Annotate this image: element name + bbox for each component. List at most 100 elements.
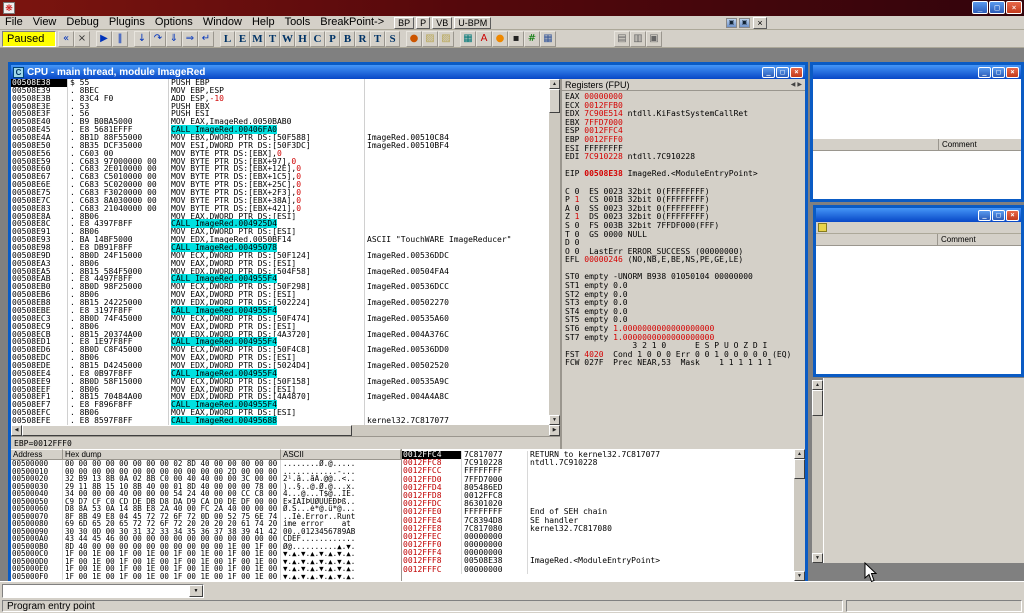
menu-plugin-ubpm[interactable]: U-BPM: [454, 17, 491, 29]
register-line[interactable]: EDI 7C910228 ntdll.7C910228: [562, 153, 805, 162]
stack-row[interactable]: 0012FFCCFFFFFFFF: [402, 467, 794, 475]
ball-icon[interactable]: ●: [492, 31, 508, 47]
registers-pane[interactable]: Registers (FPU) ◀ ▶ EAX 00000000ECX 0012…: [560, 79, 805, 449]
dark-icon[interactable]: ▪: [508, 31, 524, 47]
fragment-vscroll-thumb[interactable]: [812, 390, 823, 416]
cpu-minimize-button[interactable]: _: [762, 67, 775, 78]
register-efl[interactable]: EFL 00000246 (NO,NB,E,BE,NS,PE,GE,LE): [562, 256, 805, 265]
scroll-down-icon[interactable]: ▼: [794, 571, 805, 581]
stack-vscroll-thumb[interactable]: [794, 459, 805, 479]
mdi-close-icon[interactable]: ×: [753, 17, 767, 29]
hash-icon[interactable]: #: [524, 31, 540, 47]
tool-a-icon[interactable]: ▨: [422, 31, 438, 47]
disasm-row[interactable]: 00508E3B. 83C4 F0ADD ESP,-10: [11, 95, 549, 103]
maximize-button[interactable]: □: [992, 67, 1005, 78]
flag-line[interactable]: T 0 GS 0000 NULL: [562, 231, 805, 240]
chevron-down-icon[interactable]: ▼: [189, 585, 203, 597]
column-blank[interactable]: [816, 234, 938, 245]
stack-row[interactable]: 0012FFFC00000000: [402, 566, 794, 574]
maximize-button[interactable]: □: [992, 210, 1005, 221]
close-program-icon[interactable]: ×: [74, 31, 90, 47]
stack-row[interactable]: 0012FFD80012FFC8: [402, 492, 794, 500]
mdi-restore-icon[interactable]: ▣: [739, 18, 750, 28]
tile-windows-icon[interactable]: ▣: [646, 31, 662, 47]
stack-row[interactable]: 0012FFF800508E38ImageRed.<ModuleEntryPoi…: [402, 557, 794, 565]
disasm-vscrollbar[interactable]: ▲ ▼: [549, 79, 560, 425]
restart-icon[interactable]: «: [58, 31, 74, 47]
memory-map-button[interactable]: M: [250, 31, 265, 47]
menu-item-view[interactable]: View: [28, 16, 62, 29]
patches-button[interactable]: P: [325, 31, 340, 47]
disasm-hscrollbar[interactable]: ◀ ▶: [11, 425, 560, 436]
stack-row[interactable]: 0012FFD07FFD7000: [402, 476, 794, 484]
dump-row[interactable]: 005000F01F 00 1E 00 1F 00 1E 00 1F 00 1E…: [11, 573, 401, 581]
close-button[interactable]: ×: [1006, 210, 1019, 221]
cpu-close-button[interactable]: ×: [790, 67, 803, 78]
cpu-window[interactable]: C CPU - main thread, module ImageRed _ □…: [8, 62, 808, 581]
close-button[interactable]: ×: [1006, 1, 1022, 14]
menu-plugin-p[interactable]: P: [416, 17, 430, 29]
executable-modules-button[interactable]: E: [235, 31, 250, 47]
column-comment[interactable]: Comment: [938, 234, 1021, 245]
disasm-vscroll-thumb[interactable]: [549, 89, 560, 113]
breakpoints-button[interactable]: B: [340, 31, 355, 47]
animate-over-icon[interactable]: ⇒: [182, 31, 198, 47]
register-fcw[interactable]: FCW 027F Prec NEAR,53 Mask 1 1 1 1 1 1: [562, 359, 805, 368]
options-icon[interactable]: ▦: [460, 31, 476, 47]
register-eip[interactable]: EIP 00508E38 ImageRed.<ModuleEntryPoint>: [562, 170, 805, 179]
stack-row[interactable]: 0012FFF400000000: [402, 549, 794, 557]
doc-b-icon[interactable]: ▥: [630, 31, 646, 47]
registers-prev-icon[interactable]: ◀: [791, 81, 796, 88]
scroll-up-icon[interactable]: ▲: [549, 79, 560, 89]
stack-row[interactable]: 0012FFE47C8394D8SE handler: [402, 517, 794, 525]
mdi-window-icon[interactable]: ▣: [726, 18, 737, 28]
menu-item-help[interactable]: Help: [247, 16, 280, 29]
disasm-row[interactable]: 00508E3E. 53PUSH EBX: [11, 103, 549, 111]
stack-row[interactable]: 0012FFE0FFFFFFFFEnd of SEH chain: [402, 508, 794, 516]
record-icon[interactable]: ●: [406, 31, 422, 47]
side-window-middle-titlebar[interactable]: _ □ ×: [816, 208, 1021, 222]
appearance-icon[interactable]: A: [476, 31, 492, 47]
run-trace-button[interactable]: T: [370, 31, 385, 47]
close-button[interactable]: ×: [1006, 67, 1019, 78]
run-icon[interactable]: ▶: [96, 31, 112, 47]
scroll-left-icon[interactable]: ◀: [11, 425, 22, 436]
column-comment[interactable]: Comment: [939, 139, 1021, 150]
cpu-window-button[interactable]: C: [310, 31, 325, 47]
doc-a-icon[interactable]: ▤: [614, 31, 630, 47]
menu-plugin-vb[interactable]: VB: [432, 17, 452, 29]
stack-row[interactable]: 0012FFD4805486ED: [402, 484, 794, 492]
cpu-window-titlebar[interactable]: C CPU - main thread, module ImageRed _ □…: [11, 65, 805, 79]
minimize-button[interactable]: _: [978, 67, 991, 78]
stack-vscrollbar[interactable]: ▲ ▼: [794, 449, 805, 581]
maximize-button[interactable]: □: [989, 1, 1005, 14]
side-window-bottom-vscrollbar[interactable]: ▲ ▼: [812, 380, 823, 563]
pause-icon[interactable]: ‖: [112, 31, 128, 47]
grid-icon[interactable]: ▦: [540, 31, 556, 47]
menu-item-file[interactable]: File: [0, 16, 28, 29]
side-window-top-titlebar[interactable]: _ □ ×: [813, 65, 1021, 79]
threads-button[interactable]: T: [265, 31, 280, 47]
stack-row[interactable]: 0012FFEC00000000: [402, 533, 794, 541]
stack-row[interactable]: 0012FFC87C910228ntdll.7C910228: [402, 459, 794, 467]
disasm-row[interactable]: 00508EFE. E8 8597F8FFCALL ImageRed.00495…: [11, 417, 549, 425]
registers-next-icon[interactable]: ▶: [797, 81, 802, 88]
stack-row[interactable]: 0012FFE87C817080kernel32.7C817080: [402, 525, 794, 533]
source-button[interactable]: S: [385, 31, 400, 47]
scroll-up-icon[interactable]: ▲: [812, 380, 823, 390]
step-over-icon[interactable]: ↷: [150, 31, 166, 47]
menu-plugin-bp[interactable]: BP: [394, 17, 414, 29]
menu-item-window[interactable]: Window: [198, 16, 247, 29]
minimize-button[interactable]: _: [972, 1, 988, 14]
menu-item-plugins[interactable]: Plugins: [104, 16, 150, 29]
minimize-button[interactable]: _: [978, 210, 991, 221]
stack-row[interactable]: 0012FFF000000000: [402, 541, 794, 549]
menu-item-tools[interactable]: Tools: [280, 16, 316, 29]
cpu-maximize-button[interactable]: □: [776, 67, 789, 78]
side-window-top[interactable]: _ □ × Comment: [810, 62, 1024, 202]
side-window-middle[interactable]: _ □ × Comment: [813, 205, 1024, 377]
scroll-up-icon[interactable]: ▲: [794, 449, 805, 459]
disassembly-pane[interactable]: 00508E38$ 55PUSH EBP00508E39. 8BECMOV EB…: [11, 79, 549, 425]
tool-b-icon[interactable]: ▨: [438, 31, 454, 47]
references-button[interactable]: R: [355, 31, 370, 47]
